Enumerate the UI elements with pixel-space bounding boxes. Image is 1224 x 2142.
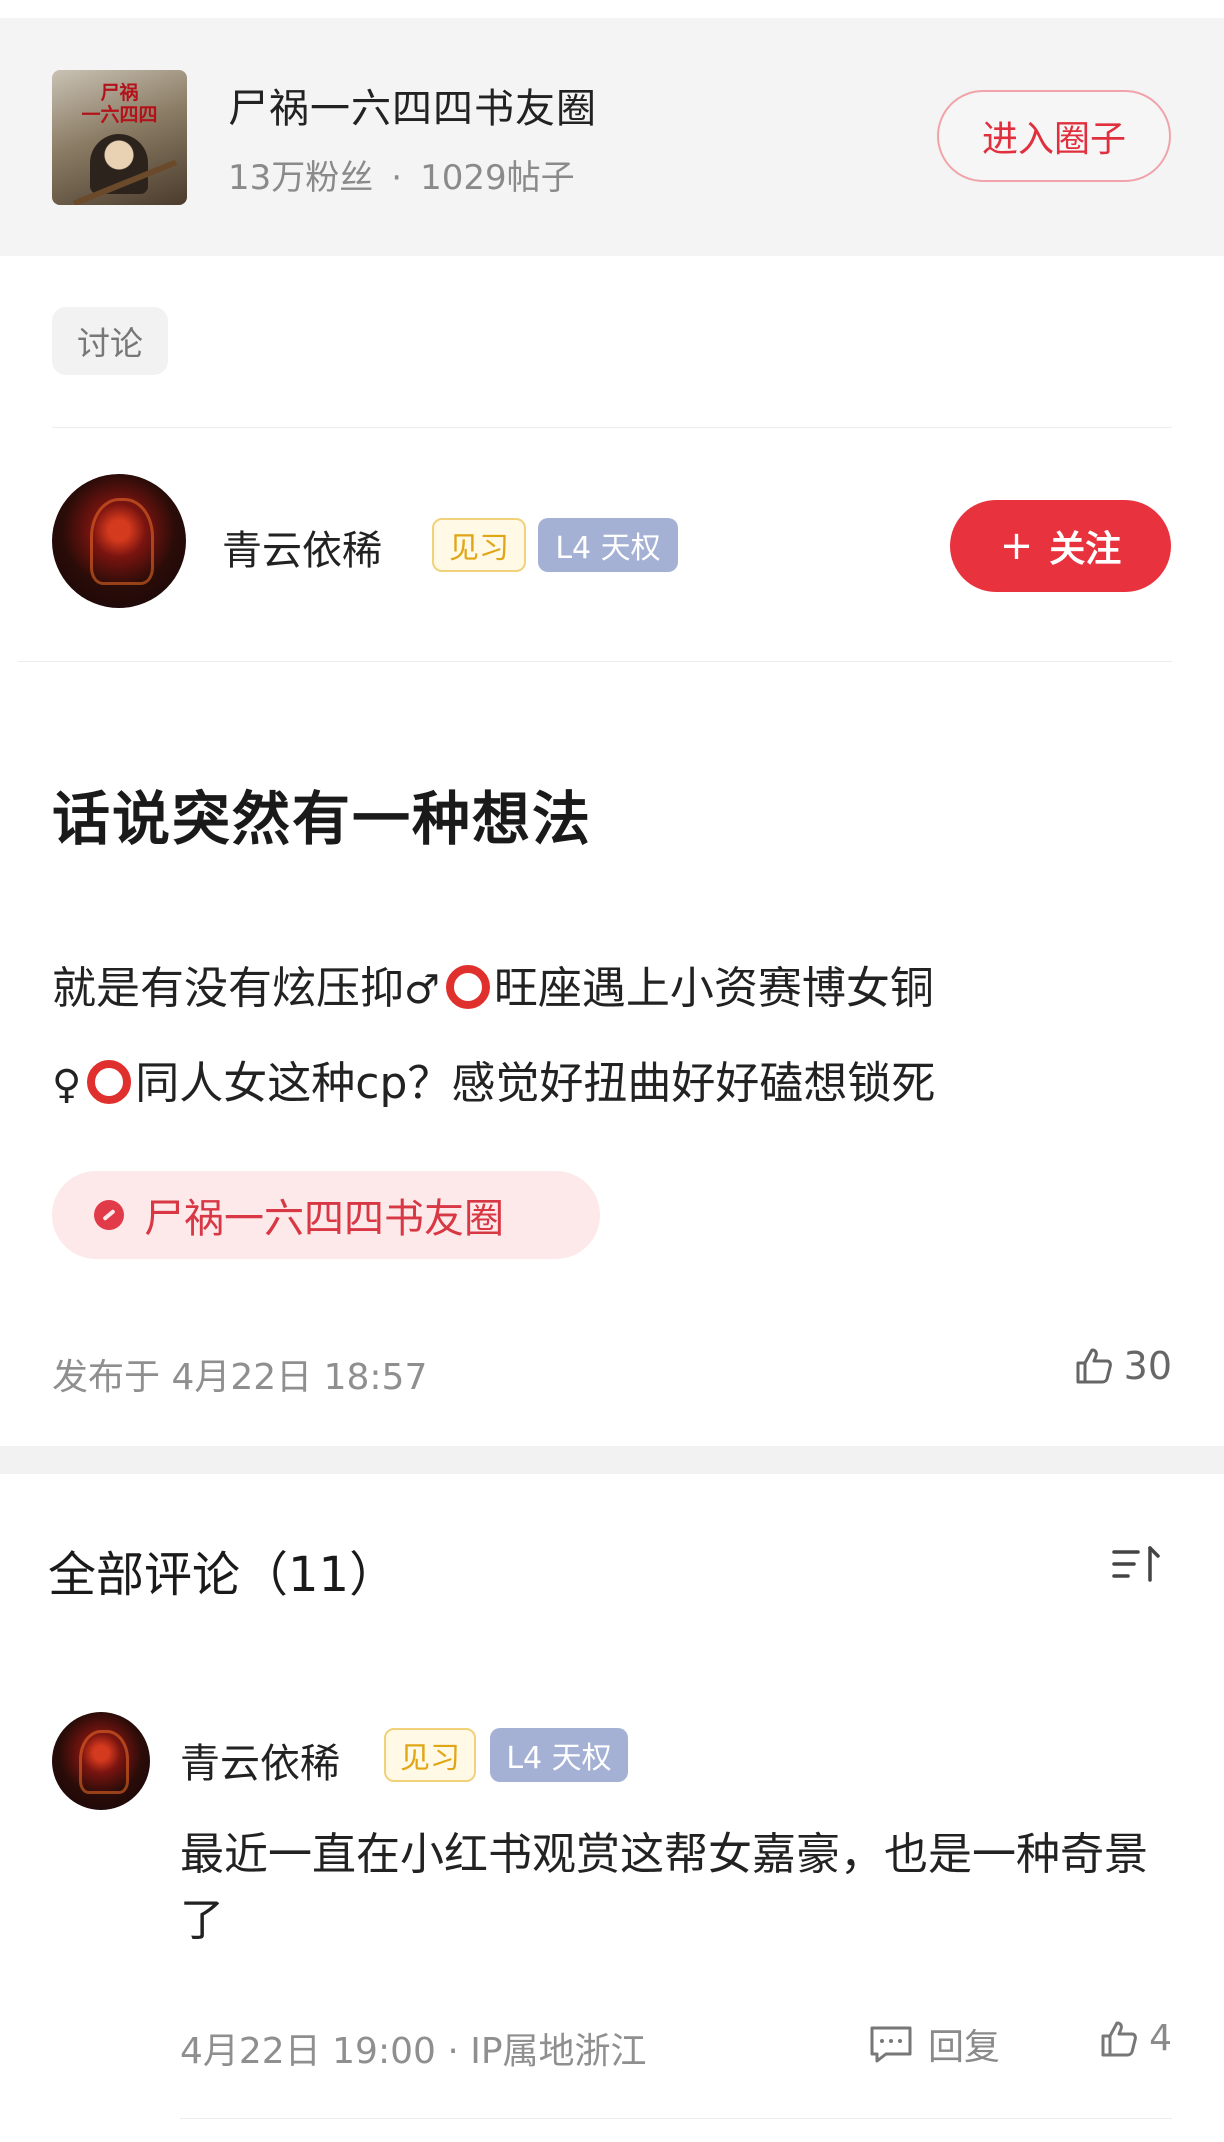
rank-badge: L4 天权 [538, 518, 678, 572]
level-badge: 见习 [432, 518, 526, 572]
plus-icon: + [999, 523, 1034, 569]
post-like-button[interactable]: 30 [1074, 1344, 1172, 1388]
circle-stats: 13万粉丝 · 1029帖子 [228, 150, 575, 199]
thumb-up-icon [1101, 2021, 1137, 2056]
post-text: 就是有没有炫压抑 [52, 963, 404, 1014]
thumb-up-icon [1076, 1348, 1112, 1384]
section-separator [0, 1446, 1224, 1474]
stats-separator: · [391, 158, 403, 198]
divider [52, 427, 1172, 428]
post-body: 就是有没有炫压抑♂ 旺座遇上小资赛博女铜 ♀ 同人女这种cp？感觉好扭曲好好磕想锁死 [52, 942, 1192, 1132]
comment-text: 最近一直在小红书观赏这帮女嘉豪，也是一种奇景了 [180, 1829, 1148, 1946]
red-circle-emoji [87, 1060, 132, 1104]
circle-cover-image[interactable]: 尸祸 一六四四 [52, 70, 187, 205]
sort-icon[interactable] [1110, 1540, 1162, 1588]
post-body-line: ♀ 同人女这种cp？感觉好扭曲好好磕想锁死 [52, 1037, 1192, 1132]
commenter-name[interactable]: 青云依稀 [180, 1731, 340, 1789]
author-avatar[interactable] [52, 474, 186, 608]
commenter-avatar[interactable] [52, 1712, 150, 1810]
circle-link-pill[interactable]: 尸祸一六四四书友圈 [52, 1171, 600, 1259]
male-symbol: ♂ [404, 967, 440, 1013]
rank-badge: L4 天权 [490, 1728, 628, 1782]
circle-fans-count: 13万粉丝 [228, 158, 374, 198]
reply-button[interactable]: 回复 [868, 2018, 1000, 2070]
post-text: 同人女这种cp？感觉好扭曲好好磕想锁死 [135, 1058, 936, 1109]
divider [18, 661, 1172, 662]
level-badge: 见习 [384, 1728, 476, 1782]
comment-bubble-icon [870, 2026, 912, 2063]
reply-label: 回复 [928, 2027, 1001, 2068]
comment-like-count: 4 [1149, 2018, 1172, 2059]
circle-cover-text: 尸祸 一六四四 [81, 82, 158, 126]
circle-link-label: 尸祸一六四四书友圈 [144, 1196, 504, 1242]
post-text: 旺座遇上小资赛博女铜 [493, 963, 934, 1014]
comment-like-button[interactable]: 4 [1099, 2018, 1172, 2059]
comments-title: 全部评论（11） [48, 1547, 398, 1603]
divider [180, 2118, 1172, 2119]
follow-button[interactable]: + 关注 [950, 500, 1171, 592]
circle-link-icon [94, 1200, 124, 1230]
post-title: 话说突然有一种想法 [52, 785, 593, 853]
comment-meta: 4月22日 19:00 · IP属地浙江 [180, 2031, 647, 2072]
post-tag[interactable]: 讨论 [52, 307, 168, 375]
red-circle-emoji [445, 965, 490, 1009]
enter-circle-button[interactable]: 进入圈子 [937, 90, 1171, 182]
circle-header: 尸祸 一六四四 尸祸一六四四书友圈 13万粉丝 · 1029帖子 进入圈子 [0, 18, 1224, 256]
circle-posts-count: 1029帖子 [420, 158, 575, 198]
author-name[interactable]: 青云依稀 [222, 518, 382, 576]
post-body-line: 就是有没有炫压抑♂ 旺座遇上小资赛博女铜 [52, 942, 1192, 1037]
follow-label: 关注 [1049, 529, 1122, 570]
female-symbol: ♀ [52, 1062, 82, 1108]
circle-name[interactable]: 尸祸一六四四书友圈 [228, 76, 597, 134]
post-publish-time: 发布于 4月22日 18:57 [52, 1357, 428, 1398]
post-like-count: 30 [1123, 1344, 1172, 1388]
